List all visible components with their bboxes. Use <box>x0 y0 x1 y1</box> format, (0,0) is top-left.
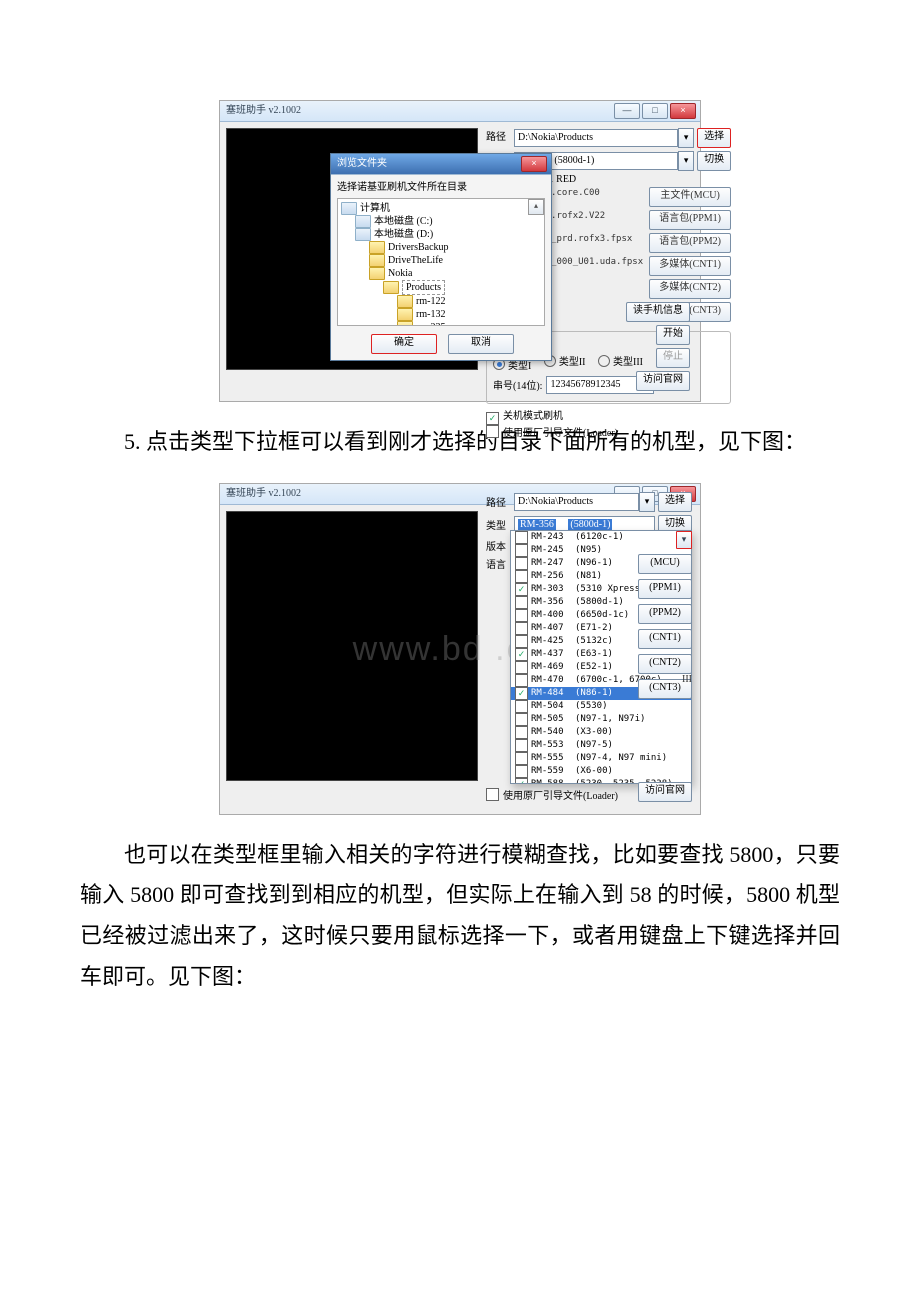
preview-pane <box>226 511 478 781</box>
select-path-button[interactable]: 选择 <box>658 492 692 512</box>
screenshot-1: 塞班助手 v2.1002 — □ × 路径 D:\Nokia\Products … <box>219 100 701 402</box>
dialog-title: 浏览文件夹 <box>337 158 387 169</box>
imei-type3-fragment: III <box>682 674 692 685</box>
path-dropdown-icon[interactable]: ▾ <box>678 128 694 148</box>
selected-folder[interactable]: Products <box>402 280 445 295</box>
folder-tree[interactable]: ▴ 计算机 本地磁盘 (C:) 本地磁盘 (D:) DriversBackup … <box>337 198 545 326</box>
folder-icon <box>383 281 399 294</box>
type-dropdown-icon[interactable]: ▾ <box>678 151 694 171</box>
path-input[interactable]: D:\Nokia\Products <box>514 129 678 147</box>
item-checkbox[interactable] <box>515 583 528 596</box>
item-checkbox[interactable] <box>515 700 528 713</box>
file-slot-button-partial[interactable]: (MCU) <box>638 554 692 574</box>
item-checkbox[interactable] <box>515 609 528 622</box>
file-slot-button[interactable]: 主文件(MCU) <box>649 187 731 207</box>
folder-icon <box>369 267 385 280</box>
dropdown-item[interactable]: RM-553(N97-5) <box>511 739 691 752</box>
type-selected-code: RM-356 <box>518 519 556 530</box>
offmode-checkbox[interactable] <box>486 412 499 425</box>
dropdown-item[interactable]: RM-559(X6-00) <box>511 765 691 778</box>
item-checkbox[interactable] <box>515 739 528 752</box>
file-slot-button-partial[interactable]: (PPM2) <box>638 604 692 624</box>
file-slot-button[interactable]: 语言包(PPM1) <box>649 210 731 230</box>
loader-label: 使用原厂引导文件(Loader) <box>503 428 618 439</box>
dialog-ok-button[interactable]: 确定 <box>371 334 437 354</box>
switch-button[interactable]: 切换 <box>697 151 731 171</box>
path-label: 路径 <box>486 494 514 509</box>
folder-icon <box>397 308 413 321</box>
path-input[interactable]: D:\Nokia\Products <box>514 493 639 511</box>
browse-folder-dialog: 浏览文件夹 × 选择诺基亚刷机文件所在目录 ▴ 计算机 本地磁盘 (C:) 本地… <box>330 153 552 361</box>
offmode-label: 关机模式刷机 <box>503 411 563 422</box>
imei-label: 串号(14位): <box>493 377 542 392</box>
type-selected-name: (5800d-1) <box>568 519 612 530</box>
item-checkbox[interactable] <box>515 648 528 661</box>
item-checkbox[interactable] <box>515 661 528 674</box>
item-checkbox[interactable] <box>515 687 528 700</box>
minimize-button[interactable]: — <box>614 103 640 119</box>
item-checkbox[interactable] <box>515 752 528 765</box>
dropdown-item[interactable]: RM-505(N97-1, N97i) <box>511 713 691 726</box>
item-checkbox[interactable] <box>515 713 528 726</box>
window-title: 塞班助手 v2.1002 <box>226 105 301 116</box>
path-label: 路径 <box>486 131 514 145</box>
folder-icon <box>369 241 385 254</box>
loader-checkbox[interactable] <box>486 788 499 801</box>
paragraph-6: 也可以在类型框里输入相关的字符进行模糊查找，比如要查找 5800，只要输入 58… <box>80 835 840 998</box>
item-checkbox[interactable] <box>515 674 528 687</box>
item-checkbox[interactable] <box>515 635 528 648</box>
file-slot-button[interactable]: 多媒体(CNT2) <box>649 279 731 299</box>
website-button[interactable]: 访问官网 <box>638 782 692 802</box>
path-dropdown-icon[interactable]: ▾ <box>639 492 655 512</box>
select-path-button[interactable]: 选择 <box>697 128 731 148</box>
drive-icon <box>355 228 371 241</box>
window-title: 塞班助手 v2.1002 <box>226 488 301 499</box>
computer-icon <box>341 202 357 215</box>
file-slot-button[interactable]: 多媒体(CNT1) <box>649 256 731 276</box>
dropdown-item[interactable]: RM-540(X3-00) <box>511 726 691 739</box>
window-titlebar: 塞班助手 v2.1002 — □ × <box>220 101 700 122</box>
folder-icon <box>397 321 413 326</box>
dropdown-item[interactable]: RM-243(6120c-1) <box>511 531 691 544</box>
item-checkbox[interactable] <box>515 622 528 635</box>
item-checkbox[interactable] <box>515 544 528 557</box>
dropdown-item[interactable]: RM-555(N97-4, N97 mini) <box>511 752 691 765</box>
item-checkbox[interactable] <box>515 557 528 570</box>
dialog-cancel-button[interactable]: 取消 <box>448 334 514 354</box>
website-button[interactable]: 访问官网 <box>636 371 690 391</box>
item-checkbox[interactable] <box>515 726 528 739</box>
close-button[interactable]: × <box>670 103 696 119</box>
loader-label: 使用原厂引导文件(Loader) <box>503 791 618 802</box>
dropdown-arrow-icon[interactable]: ▾ <box>676 531 692 549</box>
item-checkbox[interactable] <box>515 596 528 609</box>
maximize-button[interactable]: □ <box>642 103 668 119</box>
item-checkbox[interactable] <box>515 570 528 583</box>
item-checkbox[interactable] <box>515 765 528 778</box>
file-slot-button[interactable]: 语言包(PPM2) <box>649 233 731 253</box>
folder-icon <box>369 254 385 267</box>
file-slot-button-partial[interactable]: (PPM1) <box>638 579 692 599</box>
screenshot-2: 塞班助手 v2.1002 — □ × 路径 D:\Nokia\Products … <box>219 483 701 815</box>
read-info-button[interactable]: 读手机信息 <box>626 302 690 322</box>
dialog-close-button[interactable]: × <box>521 156 547 172</box>
file-slot-button-partial[interactable]: (CNT2) <box>638 654 692 674</box>
dialog-hint: 选择诺基亚刷机文件所在目录 <box>337 181 545 194</box>
item-checkbox[interactable] <box>515 778 528 783</box>
scroll-up-icon[interactable]: ▴ <box>528 199 544 215</box>
stop-button[interactable]: 停止 <box>656 348 690 368</box>
dialog-titlebar: 浏览文件夹 × <box>331 154 551 175</box>
loader-checkbox[interactable] <box>486 425 499 438</box>
file-slot-button-partial[interactable]: (CNT1) <box>638 629 692 649</box>
item-checkbox[interactable] <box>515 531 528 544</box>
folder-icon <box>397 295 413 308</box>
drive-icon <box>355 215 371 228</box>
start-button[interactable]: 开始 <box>656 325 690 345</box>
